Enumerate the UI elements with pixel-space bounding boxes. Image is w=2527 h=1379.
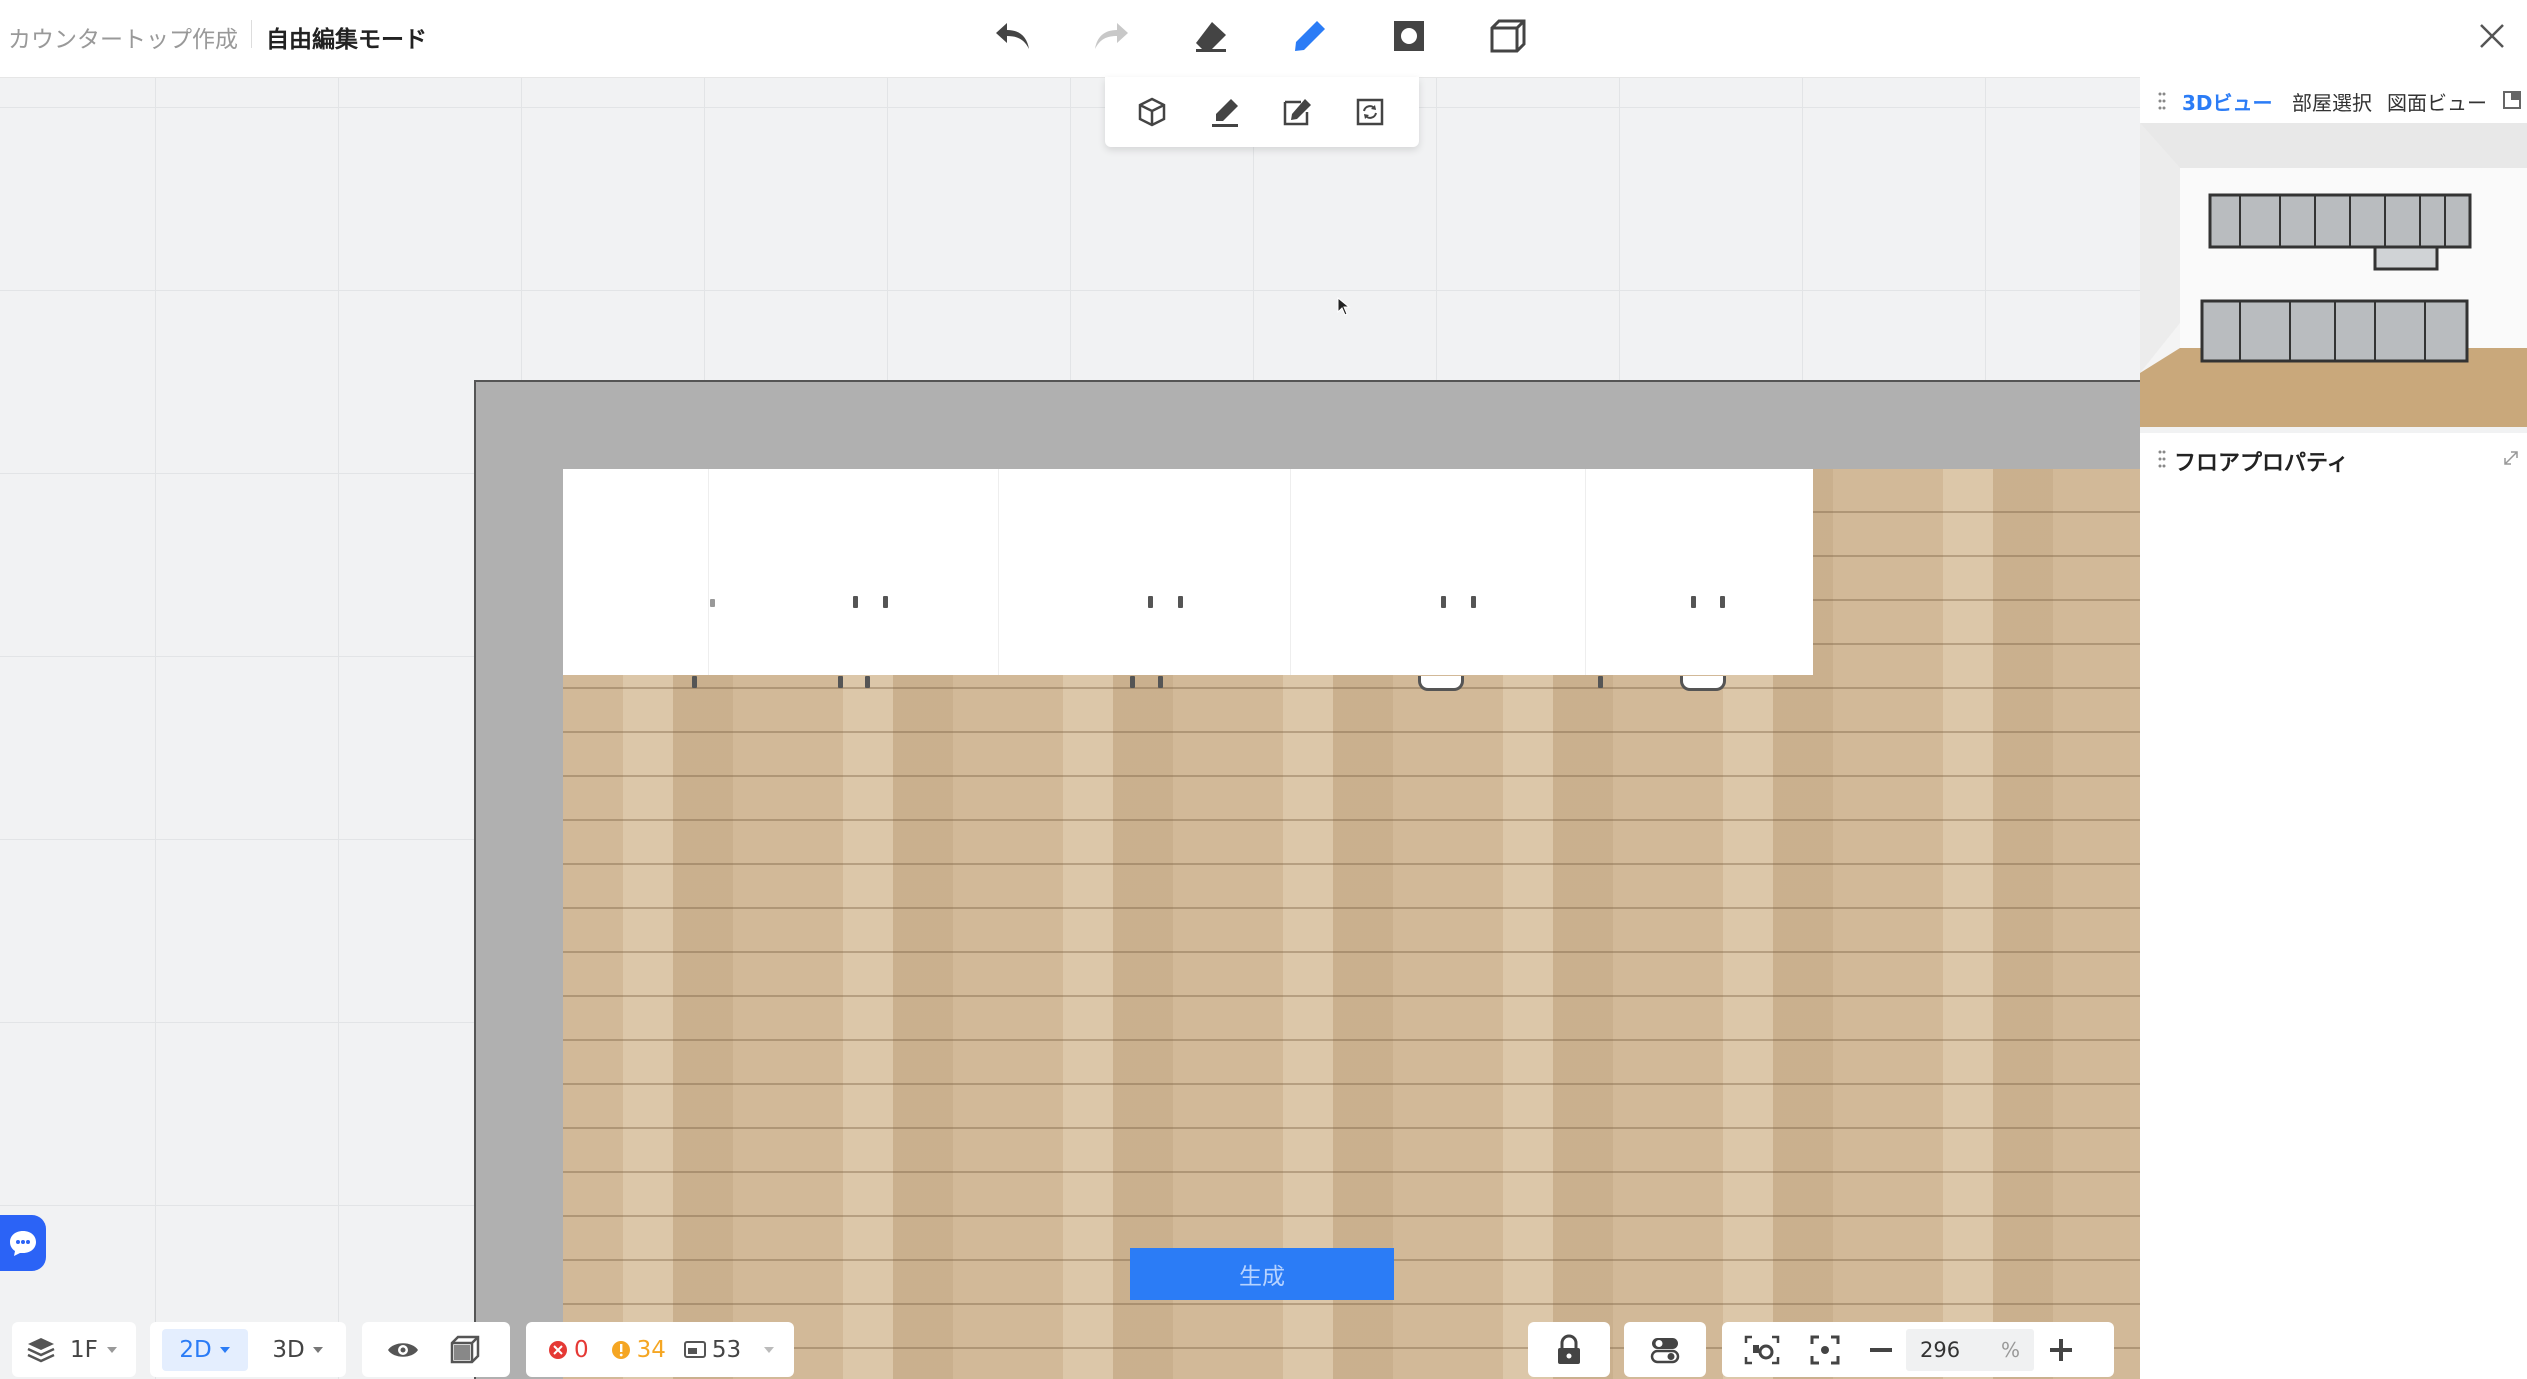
zoom-controls: 296 % — [1722, 1322, 2114, 1377]
generate-button[interactable]: 生成 — [1130, 1248, 1394, 1300]
refresh-icon — [1356, 98, 1384, 126]
cabinet-handle — [1178, 596, 1183, 608]
view-mode-switch: 2D 3D — [150, 1322, 346, 1377]
preview-tabs: 3Dビュー 部屋選択 図面ビュー — [2140, 77, 2527, 123]
cabinet-handle — [1598, 676, 1603, 688]
cabinet-divider — [1290, 469, 1291, 675]
3d-preview-viewport[interactable] — [2140, 123, 2527, 427]
zoom-out-icon[interactable] — [1868, 1337, 1894, 1363]
breadcrumb-current: 自由編集モード — [266, 27, 427, 53]
chevron-down-icon — [106, 1346, 117, 1353]
cube-icon — [1138, 97, 1166, 127]
preview-panel: 3Dビュー 部屋選択 図面ビュー — [2140, 77, 2527, 427]
drag-handle-icon[interactable] — [2158, 449, 2166, 469]
issue-summary[interactable]: 0 34 53 — [526, 1322, 794, 1377]
detach-icon[interactable] — [2502, 90, 2522, 110]
view-settings-icon[interactable] — [1744, 1335, 1780, 1365]
tab-room-select[interactable]: 部屋選択 — [2292, 87, 2372, 116]
drag-handle-icon[interactable] — [2158, 91, 2166, 111]
undo-icon — [996, 23, 1029, 49]
rectangle-icon — [1394, 21, 1424, 51]
pencil-button[interactable] — [1282, 8, 1338, 64]
cabinet-handle — [853, 596, 858, 608]
floor-label: 1F — [70, 1336, 98, 1363]
eye-icon[interactable] — [386, 1338, 420, 1362]
cabinet-divider — [708, 469, 709, 675]
brush-icon — [1212, 99, 1238, 127]
breadcrumb-divider — [251, 20, 252, 48]
edit-area-tool-button[interactable] — [1272, 87, 1322, 137]
cabinet-divider — [1585, 469, 1586, 675]
toggle-icon — [1650, 1337, 1680, 1363]
lock-icon — [1558, 1334, 1580, 1364]
cabinet-handle — [865, 676, 870, 688]
redo-button[interactable] — [1083, 8, 1139, 64]
zoom-in-icon[interactable] — [2048, 1337, 2074, 1363]
box-icon — [1490, 19, 1526, 53]
zoom-value: 296 — [1920, 1337, 1961, 1362]
floor-selector[interactable]: 1F — [12, 1322, 136, 1377]
item-count: 53 — [711, 1336, 742, 1363]
refresh-tool-button[interactable] — [1345, 87, 1395, 137]
cabinet-handle — [883, 596, 888, 608]
floor-properties-title: フロアプロパティ — [2174, 451, 2349, 476]
tab-drawing-view[interactable]: 図面ビュー — [2387, 87, 2487, 116]
error-icon — [549, 1340, 567, 1359]
warning-count: 34 — [636, 1336, 666, 1363]
cabinet-handle — [1471, 596, 1476, 608]
view-2d-button[interactable]: 2D — [162, 1328, 248, 1371]
cabinet-handle — [838, 676, 843, 688]
cabinet-handle — [1158, 676, 1163, 688]
cabinet-handle — [1691, 596, 1696, 608]
box-view-icon[interactable] — [450, 1335, 480, 1365]
undo-button[interactable] — [985, 8, 1041, 64]
edit-area-icon — [1283, 99, 1311, 126]
pencil-icon — [1295, 21, 1325, 51]
top-toolbar: カウンタートップ作成 自由編集モード — [0, 0, 2527, 78]
expand-icon[interactable] — [2502, 449, 2520, 467]
sub-toolbar — [1105, 77, 1419, 147]
item-list-icon — [683, 1340, 706, 1358]
fit-view-icon[interactable] — [1810, 1335, 1840, 1365]
floor-properties-panel: フロアプロパティ — [2140, 433, 2527, 1379]
chat-icon — [10, 1231, 36, 1256]
cabinet-handle — [692, 676, 697, 688]
chat-button[interactable] — [0, 1215, 46, 1271]
view-3d-button[interactable]: 3D — [258, 1329, 338, 1371]
close-icon — [2480, 24, 2504, 48]
cube-tool-button[interactable] — [1127, 87, 1177, 137]
tab-3d-view[interactable]: 3Dビュー — [2182, 87, 2273, 116]
redo-icon — [1095, 23, 1128, 49]
error-count: 0 — [574, 1336, 589, 1363]
toggle-settings-button[interactable] — [1624, 1322, 1706, 1377]
eraser-icon — [1196, 22, 1226, 52]
appliance-handle — [1680, 676, 1726, 691]
box-button[interactable] — [1480, 8, 1536, 64]
view-2d-label: 2D — [179, 1336, 212, 1363]
chevron-down-icon — [219, 1346, 230, 1353]
cabinet-divider — [998, 469, 999, 675]
rectangle-button[interactable] — [1381, 8, 1437, 64]
cabinet-handle — [1441, 596, 1446, 608]
lock-button[interactable] — [1528, 1322, 1610, 1377]
appliance-handle — [1418, 676, 1464, 691]
zoom-input[interactable]: 296 % — [1906, 1328, 2034, 1371]
breadcrumb-parent[interactable]: カウンタートップ作成 — [8, 20, 238, 54]
chevron-down-icon — [764, 1346, 775, 1353]
zoom-unit: % — [2000, 1337, 2020, 1362]
view-3d-label: 3D — [272, 1336, 305, 1363]
mouse-cursor — [1337, 296, 1351, 316]
cabinet-handle — [1720, 596, 1725, 608]
close-button[interactable] — [2464, 8, 2520, 64]
countertop[interactable] — [563, 469, 1813, 675]
chevron-down-icon — [312, 1346, 323, 1353]
display-options — [362, 1322, 510, 1377]
cabinet-handle — [1130, 676, 1135, 688]
warning-icon — [611, 1340, 630, 1359]
cabinet-handle — [710, 599, 715, 607]
eraser-button[interactable] — [1183, 8, 1239, 64]
brush-tool-button[interactable] — [1200, 87, 1250, 137]
layers-icon — [27, 1337, 55, 1362]
cabinet-handle — [1148, 596, 1153, 608]
